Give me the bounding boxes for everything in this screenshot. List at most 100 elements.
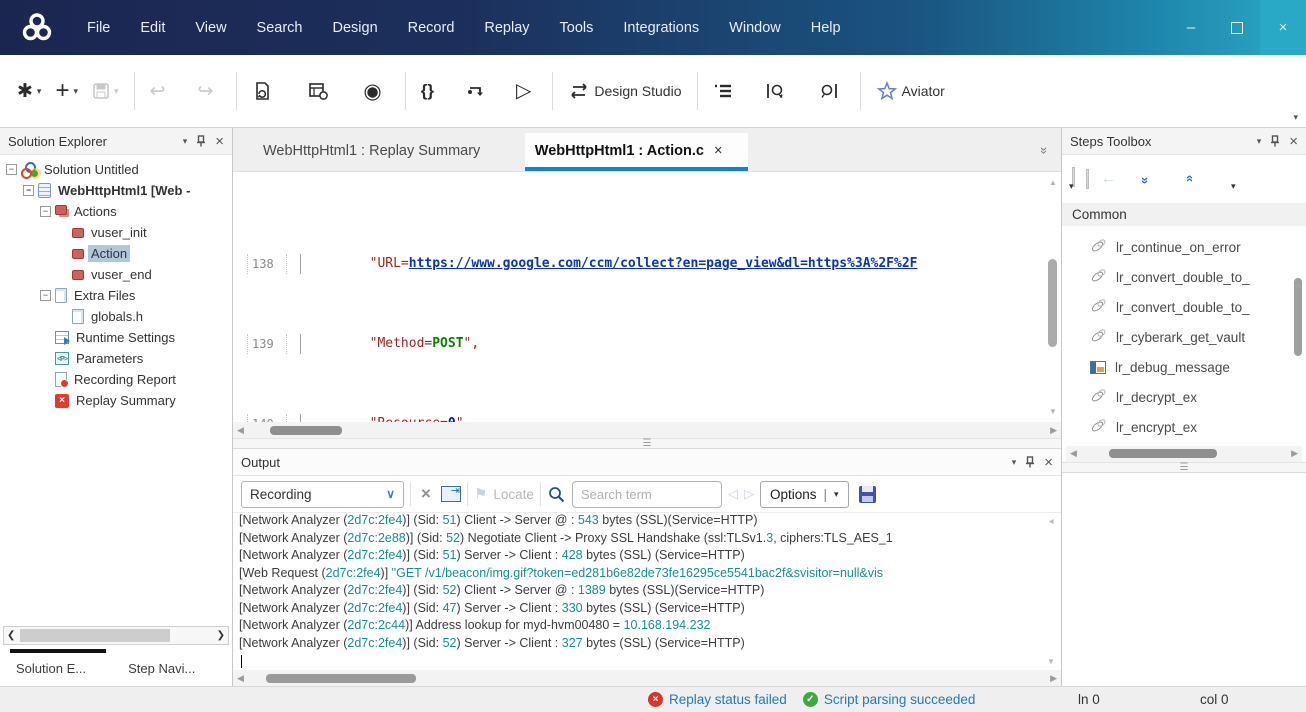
- scroll-right-icon[interactable]: ▶: [1050, 673, 1057, 684]
- log-filter-dropdown[interactable]: Recording ∨: [241, 481, 404, 508]
- scroll-left-icon[interactable]: ◀: [1070, 448, 1077, 459]
- menu-item[interactable]: Edit: [125, 12, 180, 44]
- code-editor[interactable]: 138 "URL=https://www.google.com/ccm/coll…: [233, 172, 1061, 438]
- redo-button[interactable]: ↪: [190, 76, 220, 107]
- add-button[interactable]: +▾: [48, 73, 85, 109]
- close-button[interactable]: ×: [1260, 0, 1306, 55]
- tree-item[interactable]: − Recording Report: [0, 369, 232, 390]
- replay-status[interactable]: × Replay status failed: [648, 692, 787, 707]
- filter-button-2[interactable]: [1086, 169, 1089, 189]
- panel-menu-icon[interactable]: ▾: [183, 136, 188, 147]
- tree-item[interactable]: − vuser_init: [0, 222, 232, 243]
- panel-menu-icon[interactable]: ▾: [1012, 457, 1017, 468]
- step-item[interactable]: lr_convert_double_to_: [1090, 292, 1306, 322]
- menu-item[interactable]: Window: [714, 12, 796, 44]
- toolbar-overflow-icon[interactable]: ▾: [1293, 112, 1298, 123]
- scroll-up-icon[interactable]: ▲: [1049, 178, 1057, 187]
- tree-item[interactable]: − Action: [0, 243, 232, 264]
- run-button[interactable]: ▷: [509, 75, 538, 107]
- design-studio-button[interactable]: Design Studio: [561, 76, 688, 106]
- tab-close-icon[interactable]: ×: [714, 143, 722, 159]
- save-log-button[interactable]: [859, 486, 876, 503]
- output-log[interactable]: [Network Analyzer (2d7c:2fe4)] (Sid: 51)…: [233, 513, 1061, 670]
- more-options-icon[interactable]: ▾: [1231, 181, 1236, 192]
- save-button[interactable]: ▾: [85, 76, 126, 106]
- filter-button[interactable]: ▾: [1072, 167, 1074, 192]
- maximize-button[interactable]: [1214, 0, 1260, 55]
- tree-item[interactable]: − Solution Untitled: [0, 159, 232, 180]
- tree-item[interactable]: − Extra Files: [0, 285, 232, 306]
- tree-expander-icon[interactable]: −: [6, 164, 17, 175]
- pin-icon[interactable]: [1025, 456, 1035, 468]
- search-icon[interactable]: [547, 485, 566, 504]
- log-hscrollbar[interactable]: ◀ ▶: [233, 670, 1061, 686]
- log-vscrollbar[interactable]: ▲▼: [1047, 517, 1057, 666]
- back-arrow-icon[interactable]: ←: [1101, 170, 1117, 188]
- document-tab[interactable]: WebHttpHtml1 : Action.c×: [525, 133, 749, 171]
- code-area[interactable]: 138 "URL=https://www.google.com/ccm/coll…: [233, 172, 1061, 422]
- tree-item[interactable]: − globals.h: [0, 306, 232, 327]
- scroll-left-icon[interactable]: ◀: [237, 425, 244, 436]
- tree-expander-icon[interactable]: −: [40, 290, 51, 301]
- scroll-right-icon[interactable]: ▶: [1291, 448, 1298, 459]
- step-item[interactable]: lr_continue_on_error: [1090, 232, 1306, 262]
- panel-close-icon[interactable]: ×: [1289, 133, 1298, 150]
- new-script-button[interactable]: ✱▾: [10, 76, 48, 107]
- scroll-thumb[interactable]: [270, 426, 342, 435]
- aviator-button[interactable]: Aviator: [869, 75, 952, 107]
- menu-item[interactable]: Tools: [545, 12, 609, 44]
- tree-item[interactable]: − Runtime Settings: [0, 327, 232, 348]
- regenerate-script-button[interactable]: [245, 75, 279, 107]
- collapse-all-icon[interactable]: »: [1181, 176, 1196, 181]
- scroll-thumb[interactable]: [1048, 259, 1057, 347]
- editor-output-splitter[interactable]: ☰: [233, 438, 1061, 449]
- panel-menu-icon[interactable]: ▾: [1257, 136, 1262, 147]
- expand-all-icon[interactable]: »: [1138, 176, 1153, 181]
- panel-close-icon[interactable]: ×: [1044, 454, 1053, 471]
- record-button[interactable]: ◉: [356, 75, 388, 108]
- step-item[interactable]: lr_debug_message: [1090, 352, 1306, 382]
- menu-item[interactable]: View: [180, 12, 241, 44]
- tree-item[interactable]: − Actions: [0, 201, 232, 222]
- menu-item[interactable]: Help: [796, 12, 856, 44]
- tab-overflow-icon[interactable]: »: [1037, 147, 1052, 152]
- editor-vscrollbar[interactable]: ▲ ▼: [1048, 178, 1059, 416]
- tree-item[interactable]: − vuser_end: [0, 264, 232, 285]
- menu-item[interactable]: Record: [393, 12, 470, 44]
- editor-hscrollbar[interactable]: ◀ ▶: [233, 422, 1061, 438]
- toolbox-splitter[interactable]: ☰: [1062, 462, 1306, 473]
- document-tab[interactable]: WebHttpHtml1 : Replay Summary×: [253, 133, 525, 171]
- step-item[interactable]: lr_end_cross_vuser_tr: [1090, 442, 1306, 446]
- options-button[interactable]: Options |▾: [760, 481, 849, 508]
- search-right-button[interactable]: [810, 75, 846, 107]
- scroll-right-icon[interactable]: ❯: [214, 630, 228, 641]
- steps-list-button[interactable]: [706, 76, 740, 106]
- recording-options-button[interactable]: [301, 76, 336, 107]
- scroll-right-icon[interactable]: ▶: [1050, 425, 1057, 436]
- step-item[interactable]: lr_cyberark_get_vault: [1090, 322, 1306, 352]
- steps-vscrollbar[interactable]: [1294, 256, 1303, 356]
- steps-group-header[interactable]: Common: [1062, 203, 1306, 226]
- tree-expander-icon[interactable]: −: [40, 206, 51, 217]
- search-input[interactable]: [572, 481, 722, 508]
- snippet-button[interactable]: {}: [414, 75, 441, 107]
- menu-item[interactable]: Integrations: [608, 12, 714, 44]
- step-item[interactable]: lr_encrypt_ex: [1090, 412, 1306, 442]
- steps-hscrollbar[interactable]: ◀ ▶: [1066, 446, 1302, 462]
- search-left-button[interactable]: [758, 75, 794, 107]
- scroll-left-icon[interactable]: ❮: [4, 630, 18, 641]
- step-over-button[interactable]: [459, 76, 493, 106]
- menu-item[interactable]: Replay: [469, 12, 544, 44]
- next-result-icon[interactable]: ▷: [744, 486, 754, 502]
- scroll-left-icon[interactable]: ◀: [237, 673, 244, 684]
- menu-item[interactable]: File: [72, 12, 125, 44]
- bottom-tab[interactable]: Step Navi...: [128, 661, 195, 676]
- minimize-button[interactable]: –: [1168, 0, 1214, 55]
- step-item[interactable]: lr_convert_double_to_: [1090, 262, 1306, 292]
- tree-expander-icon[interactable]: −: [23, 185, 34, 196]
- tree-item[interactable]: − Replay Summary: [0, 390, 232, 411]
- undo-button[interactable]: ↩: [143, 76, 173, 107]
- menu-item[interactable]: Design: [318, 12, 393, 44]
- explorer-hscrollbar[interactable]: ❮ ❯: [3, 626, 229, 645]
- export-log-button[interactable]: [441, 486, 461, 502]
